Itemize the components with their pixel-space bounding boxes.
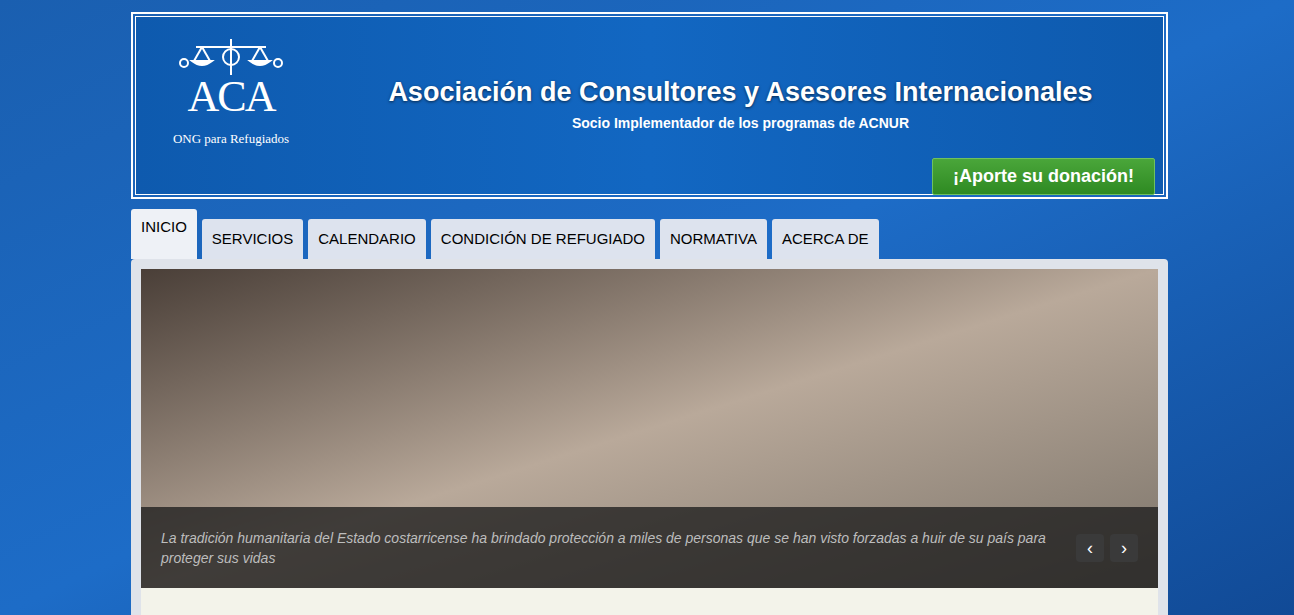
page: ACAONG para Refugiados Asociación de Cons…	[0, 0, 1294, 615]
content-body	[141, 588, 1158, 615]
nav-tab[interactable]: SERVICIOS	[202, 219, 303, 259]
site-title: Asociación de Consultores y Asesores Int…	[388, 75, 1092, 109]
nav-tab[interactable]: ACERCA DE	[772, 219, 879, 259]
slide-caption: La tradición humanitaria del Estado cost…	[161, 528, 1076, 568]
nav-tab[interactable]: CONDICIÓN DE REFUGIADO	[431, 219, 655, 259]
next-button[interactable]: ›	[1110, 534, 1138, 562]
site-subtitle: Socio Implementador de los programas de …	[572, 113, 909, 134]
tab-bar: INICIOSERVICIOSCALENDARIOCONDICIÓN DE RE…	[131, 209, 1168, 259]
logo[interactable]: ACAONG para Refugiados	[136, 17, 326, 194]
container: ACAONG para Refugiados Asociación de Cons…	[131, 0, 1168, 615]
slide-caption-bar: La tradición humanitaria del Estado cost…	[141, 507, 1158, 588]
nav-tab[interactable]: NORMATIVA	[660, 219, 767, 259]
scales-icon	[176, 35, 286, 79]
prev-button[interactable]: ‹	[1076, 534, 1104, 562]
content-panel: La tradición humanitaria del Estado cost…	[131, 259, 1168, 615]
header: ACAONG para Refugiados Asociación de Cons…	[131, 12, 1168, 199]
nav-tab[interactable]: CALENDARIO	[308, 219, 426, 259]
slideshow: La tradición humanitaria del Estado cost…	[141, 269, 1158, 588]
nav-tab[interactable]: INICIO	[131, 209, 197, 259]
donate-button[interactable]: ¡Aporte su donación!	[932, 158, 1155, 195]
